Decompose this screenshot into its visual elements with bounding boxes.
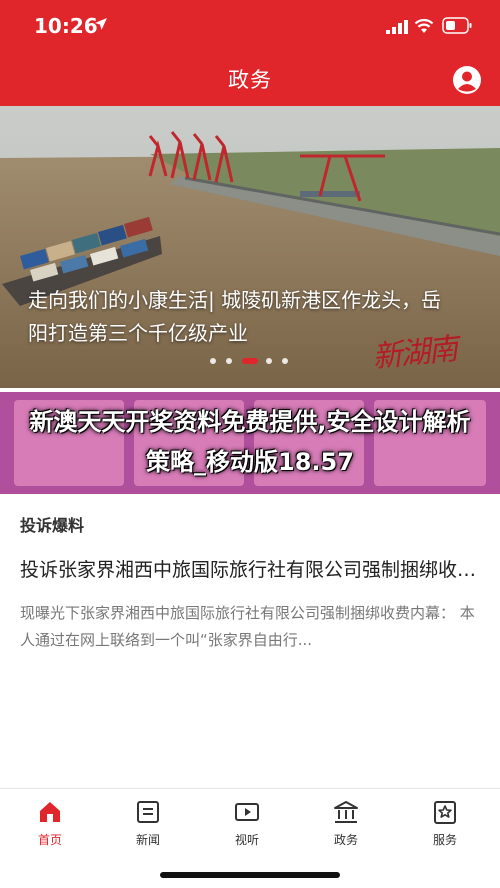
home-indicator[interactable]	[160, 872, 340, 878]
wifi-icon	[414, 18, 434, 33]
carousel-dot[interactable]	[266, 358, 272, 364]
news-banner-carousel[interactable]: 走向我们的小康生活| 城陵矶新港区作龙头，岳阳打造第三个千亿级产业 新湖南	[0, 106, 500, 388]
tab-news[interactable]: 新闻	[108, 799, 188, 848]
location-arrow-icon	[95, 18, 107, 30]
tab-service[interactable]: 服务	[405, 799, 485, 848]
app-screen: 10:26 政务 走向我们的小康生活| 城陵矶新港区作龙头，岳阳打造第三个千亿级…	[0, 0, 500, 888]
tab-label: 服务	[432, 833, 457, 847]
tab-label: 新闻	[135, 833, 160, 847]
tab-label: 视听	[234, 833, 259, 847]
status-time: 10:26	[34, 14, 98, 38]
government-icon	[334, 801, 358, 823]
user-profile-icon[interactable]	[452, 65, 482, 95]
tab-government[interactable]: 政务	[306, 799, 386, 848]
video-icon	[235, 803, 259, 821]
carousel-dot[interactable]	[226, 358, 232, 364]
status-bar: 10:26	[0, 0, 500, 52]
carousel-dot[interactable]	[210, 358, 216, 364]
article-summary[interactable]: 现曝光下张家界湘西中旅国际旅行社有限公司强制捆绑收费内幕： 本人通过在网上联络到…	[20, 600, 482, 656]
banner-watermark-logo: 新湖南	[370, 331, 458, 376]
cellular-signal-icon	[386, 20, 408, 34]
tab-home[interactable]: 首页	[10, 799, 90, 848]
article-title[interactable]: 投诉张家界湘西中旅国际旅行社有限公司强制捆绑收费内幕	[20, 555, 482, 582]
carousel-dot-active[interactable]	[242, 358, 258, 364]
page-title: 政务	[228, 68, 272, 92]
tab-label: 首页	[37, 833, 62, 847]
home-icon	[40, 802, 60, 822]
header-bar: 10:26 政务	[0, 0, 500, 106]
carousel-dot[interactable]	[282, 358, 288, 364]
tab-label: 政务	[333, 833, 358, 847]
news-icon	[137, 801, 159, 823]
section-title: 投诉爆料	[20, 516, 85, 535]
tab-audiovisual[interactable]: 视听	[207, 799, 287, 848]
promo-overlay-text[interactable]: 新澳天天开奖资料免费提供,安全设计解析策略_移动版18.57	[20, 402, 480, 482]
battery-icon	[442, 17, 472, 34]
service-icon	[434, 801, 456, 824]
